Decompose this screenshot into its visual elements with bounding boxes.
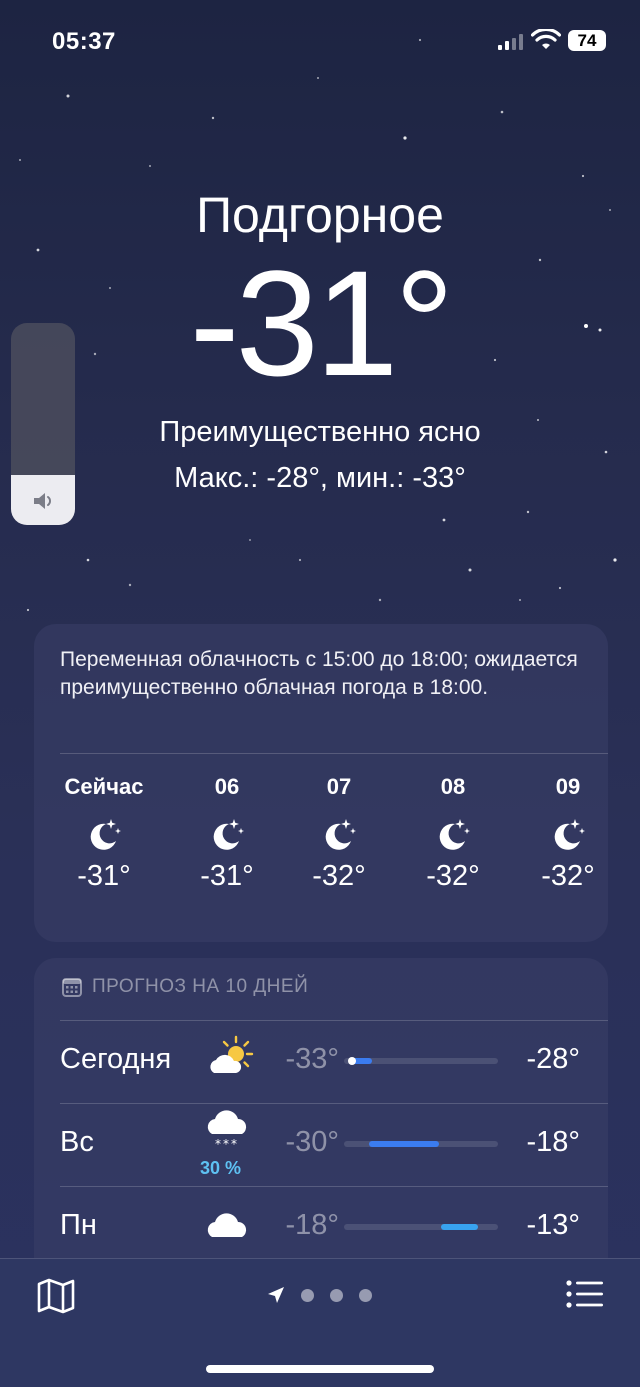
temperature-range-bar bbox=[344, 1141, 498, 1147]
battery-indicator: 74 bbox=[568, 30, 606, 51]
precipitation-chance: 30 % bbox=[200, 1158, 242, 1178]
forecast-header-label: ПРОГНОЗ НА 10 ДНЕЙ bbox=[92, 976, 309, 997]
moon-stars-icon bbox=[439, 819, 470, 850]
moon-stars-icon bbox=[213, 819, 244, 850]
svg-text:*: * bbox=[231, 1137, 237, 1151]
day-high-temp: -13° bbox=[526, 1209, 580, 1241]
day-low-temp: -30° bbox=[285, 1126, 339, 1158]
cloud-snow-icon: * * * bbox=[207, 1110, 247, 1151]
cellular-signal-icon bbox=[498, 34, 523, 50]
hour-label: Сейчас bbox=[64, 774, 144, 799]
hour-label: 07 bbox=[326, 774, 352, 799]
status-bar-time: 05:37 bbox=[52, 28, 116, 55]
cloud-icon bbox=[207, 1213, 247, 1237]
hour-temperature: -31° bbox=[200, 860, 254, 892]
hour-temperature: -32° bbox=[426, 860, 480, 892]
moon-stars-icon bbox=[325, 819, 356, 850]
home-indicator[interactable] bbox=[206, 1365, 434, 1373]
list-icon[interactable] bbox=[566, 1279, 604, 1309]
current-condition: Преимущественно ясно bbox=[159, 416, 481, 448]
bottom-toolbar bbox=[0, 1258, 640, 1387]
sun-behind-cloud-icon bbox=[210, 1035, 254, 1073]
day-high-temp: -18° bbox=[526, 1126, 580, 1158]
page-indicator-dot[interactable] bbox=[301, 1289, 314, 1302]
high-low-temperatures: Макс.: -28°, мин.: -33° bbox=[174, 462, 466, 494]
temperature-range-bar bbox=[344, 1057, 498, 1065]
location-arrow-icon[interactable] bbox=[266, 1285, 286, 1305]
hour-label: 08 bbox=[440, 774, 466, 799]
hour-label: 06 bbox=[214, 774, 240, 799]
page-indicator-dot[interactable] bbox=[359, 1289, 372, 1302]
hour-temperature: -31° bbox=[77, 860, 131, 892]
hourly-item-07: 07 -32° bbox=[289, 774, 389, 893]
ten-day-forecast-card[interactable]: ПРОГНОЗ НА 10 ДНЕЙ Сегодня -33° -28° Вс … bbox=[34, 958, 608, 1288]
divider bbox=[60, 753, 608, 754]
temperature-range-fill bbox=[441, 1224, 478, 1230]
city-name: Подгорное bbox=[196, 187, 444, 243]
calendar-icon bbox=[62, 978, 82, 997]
day-high-temp: -28° bbox=[526, 1043, 580, 1075]
hourly-item-09: 09 -32° bbox=[518, 774, 618, 893]
day-name: Пн bbox=[60, 1209, 97, 1241]
hour-temperature: -32° bbox=[312, 860, 366, 892]
hourly-item-now: Сейчас -31° bbox=[54, 774, 154, 893]
day-low-temp: -18° bbox=[285, 1209, 339, 1241]
moon-stars-icon bbox=[554, 819, 585, 850]
temperature-range-bar bbox=[344, 1224, 498, 1230]
forecast-row-today[interactable]: Сегодня -33° -28° bbox=[34, 1021, 608, 1103]
day-low-temp: -33° bbox=[285, 1043, 339, 1075]
hour-temperature: -32° bbox=[541, 860, 595, 892]
forecast-row-sunday[interactable]: Вс * * * 30 % -30° -18° bbox=[34, 1104, 608, 1186]
current-temperature-marker bbox=[347, 1057, 356, 1065]
svg-text:*: * bbox=[223, 1137, 229, 1151]
map-icon[interactable] bbox=[36, 1277, 76, 1315]
current-temperature: -31° bbox=[189, 239, 455, 407]
day-name: Сегодня bbox=[60, 1043, 172, 1075]
moon-stars-icon bbox=[90, 819, 121, 850]
forecast-header: ПРОГНОЗ НА 10 ДНЕЙ bbox=[62, 976, 308, 998]
day-name: Вс bbox=[60, 1126, 94, 1158]
hourly-forecast-card[interactable]: Переменная облачность с 15:00 до 18:00; … bbox=[34, 624, 608, 942]
hour-label: 09 bbox=[555, 774, 581, 799]
wifi-icon bbox=[531, 29, 561, 49]
hourly-item-06: 06 -31° bbox=[177, 774, 277, 893]
hourly-summary: Переменная облачность с 15:00 до 18:00; … bbox=[60, 648, 578, 699]
forecast-row-monday[interactable]: Пн -18° -13° bbox=[34, 1187, 608, 1269]
temperature-range-fill bbox=[368, 1141, 440, 1147]
svg-text:*: * bbox=[215, 1137, 221, 1151]
page-indicator-dot[interactable] bbox=[330, 1289, 343, 1302]
hourly-item-08: 08 -32° bbox=[403, 774, 503, 893]
